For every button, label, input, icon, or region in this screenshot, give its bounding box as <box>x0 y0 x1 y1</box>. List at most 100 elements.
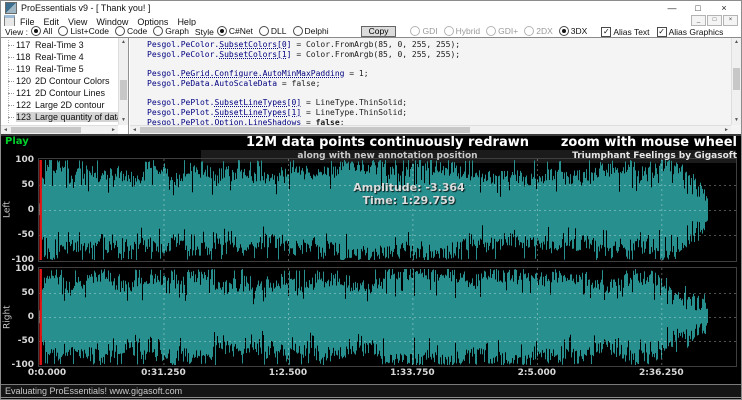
render-radio-gdi-: GDI+ <box>486 26 518 36</box>
tree-item-121[interactable]: 1212D Contour Lines <box>1 87 118 99</box>
x-tick-label: 0:31.250 <box>130 368 196 378</box>
view-radio-graph[interactable]: Graph <box>153 26 189 36</box>
application-window: ProEssentials v9 - [ Thank you! ] — □ × … <box>0 0 742 400</box>
render-radio-group: GDI Hybrid GDI+ 2DX 3DX <box>410 26 593 38</box>
radio-label: GDI <box>422 26 437 36</box>
code-vscroll-thumb[interactable] <box>733 68 740 90</box>
tree-item-label: Large quantity of data <box>33 112 118 122</box>
checkbox-icon[interactable]: ✓ <box>657 27 667 37</box>
scroll-up-icon[interactable]: ▲ <box>732 38 741 47</box>
tree-item-120[interactable]: 1202D Contour Colors <box>1 75 118 87</box>
code-hscroll-thumb[interactable] <box>140 127 470 133</box>
code-horizontal-scrollbar[interactable]: ◄ ► <box>130 125 731 134</box>
chart-corner-title: zoom with mouse wheel <box>561 135 737 150</box>
tree-horizontal-scrollbar[interactable]: ◄ ► <box>1 125 118 134</box>
radio-label: Graph <box>165 26 189 36</box>
tree-branch-line <box>8 117 14 118</box>
restore-icon[interactable]: □ <box>685 3 711 13</box>
tree-item-117[interactable]: 117Real-Time 3 <box>1 39 118 51</box>
tree-item-119[interactable]: 119Real-Time 5 <box>1 63 118 75</box>
status-bar: Evaluating ProEssentials! www.gigasoft.c… <box>1 384 741 397</box>
view-radio-code[interactable]: Code <box>115 26 147 36</box>
tree-item-122[interactable]: 122Large 2D contour <box>1 99 118 111</box>
menubar: FileEditViewWindowOptionsHelp _ □ × <box>1 15 741 26</box>
radio-icon[interactable] <box>31 26 41 36</box>
view-radio-list-code[interactable]: List+Code <box>58 26 109 36</box>
radio-icon[interactable] <box>58 26 68 36</box>
style-radio-c-net[interactable]: C#Net <box>217 26 253 36</box>
minimize-icon[interactable]: — <box>659 3 685 13</box>
scroll-left-icon[interactable]: ◄ <box>130 126 139 134</box>
tree-item-118[interactable]: 118Real-Time 4 <box>1 51 118 63</box>
tree-branch-line <box>8 69 14 70</box>
checkbox-label: Alias Text <box>613 27 649 37</box>
radio-icon[interactable] <box>559 26 569 36</box>
window-controls: — □ × <box>659 3 737 13</box>
mdi-restore-icon[interactable]: □ <box>707 15 722 26</box>
radio-icon <box>410 26 420 36</box>
status-text: Evaluating ProEssentials! www.gigasoft.c… <box>5 386 182 396</box>
style-radio-delphi[interactable]: Delphi <box>293 26 329 36</box>
mdi-minimize-icon[interactable]: _ <box>691 15 706 26</box>
tree-branch-line <box>8 57 14 58</box>
radio-label: All <box>43 26 52 36</box>
checkbox-label: Alias Graphics <box>669 27 724 37</box>
tree-branch-line <box>8 81 14 82</box>
radio-icon[interactable] <box>259 26 269 36</box>
tree-item-list: 117Real-Time 3118Real-Time 4119Real-Time… <box>1 39 118 134</box>
copy-button[interactable]: Copy <box>361 26 397 37</box>
play-button[interactable]: Play <box>5 136 29 147</box>
example-tree-panel: 117Real-Time 3118Real-Time 4119Real-Time… <box>1 38 129 134</box>
mdi-close-icon[interactable]: × <box>723 15 738 26</box>
app-icon <box>5 2 17 14</box>
scroll-down-icon[interactable]: ▼ <box>119 116 128 125</box>
radio-icon[interactable] <box>293 26 303 36</box>
tree-item-number: 118 <box>16 52 33 62</box>
radio-label: Code <box>127 26 147 36</box>
scroll-right-icon[interactable]: ► <box>109 126 118 134</box>
view-radio-group: All List+Code Code Graph <box>31 26 195 38</box>
x-tick-label: 1:2.500 <box>255 368 321 378</box>
x-tick-label: 2:5.000 <box>504 368 570 378</box>
code-vertical-scrollbar[interactable]: ▲ ▼ <box>731 38 741 125</box>
scroll-down-icon[interactable]: ▼ <box>732 116 741 125</box>
close-icon[interactable]: × <box>711 3 737 13</box>
code-line: Pesgol.PeData.AutoScaleData = false; <box>147 79 731 89</box>
annotation-amplitude: Amplitude: -3.364 <box>321 181 497 194</box>
channel-label-right: Right <box>2 268 13 366</box>
waveform-canvas[interactable] <box>1 134 742 384</box>
tree-vscroll-thumb[interactable] <box>120 80 127 100</box>
tree-item-label: 2D Contour Colors <box>33 76 112 86</box>
tree-item-123[interactable]: 123Large quantity of data <box>1 111 118 123</box>
scroll-left-icon[interactable]: ◄ <box>1 126 10 134</box>
style-radio-dll[interactable]: DLL <box>259 26 287 36</box>
view-radio-all[interactable]: All <box>31 26 52 36</box>
radio-icon[interactable] <box>153 26 163 36</box>
tree-hscroll-thumb[interactable] <box>11 127 81 133</box>
code-editor-panel[interactable]: Pesgol.PeColor.SubsetColors[0] = Color.F… <box>130 38 741 134</box>
code-line <box>147 59 731 69</box>
channel-label-left: Left <box>2 159 13 261</box>
code-line: Pesgol.PeColor.SubsetColors[1] = Color.F… <box>147 50 731 60</box>
checkbox-alias-text[interactable]: ✓Alias Text <box>601 27 649 37</box>
radio-icon <box>524 26 534 36</box>
alias-checkbox-group: ✓Alias Text✓Alias Graphics <box>601 26 730 37</box>
mdi-child-icon <box>4 15 15 27</box>
tree-item-number: 120 <box>16 76 33 86</box>
toolbar: View : AllList+CodeCodeGraph Style C#Net… <box>1 26 741 38</box>
render-radio-2dx: 2DX <box>524 26 553 36</box>
mdi-window-controls: _ □ × <box>691 15 738 26</box>
checkbox-icon[interactable]: ✓ <box>601 27 611 37</box>
code-line <box>147 89 731 99</box>
scroll-right-icon[interactable]: ► <box>722 126 731 134</box>
render-radio-3dx[interactable]: 3DX <box>559 26 588 36</box>
radio-label: 3DX <box>571 26 588 36</box>
chart-corner-subtitle: Triumphant Feelings by Gigasoft <box>572 151 737 161</box>
render-radio-hybrid: Hybrid <box>444 26 481 36</box>
checkbox-alias-graphics[interactable]: ✓Alias Graphics <box>657 27 724 37</box>
scroll-up-icon[interactable]: ▲ <box>119 38 128 47</box>
tree-vertical-scrollbar[interactable]: ▲ ▼ <box>118 38 128 125</box>
radio-icon[interactable] <box>115 26 125 36</box>
code-lines: Pesgol.PeColor.SubsetColors[0] = Color.F… <box>147 40 731 134</box>
radio-icon[interactable] <box>217 26 227 36</box>
